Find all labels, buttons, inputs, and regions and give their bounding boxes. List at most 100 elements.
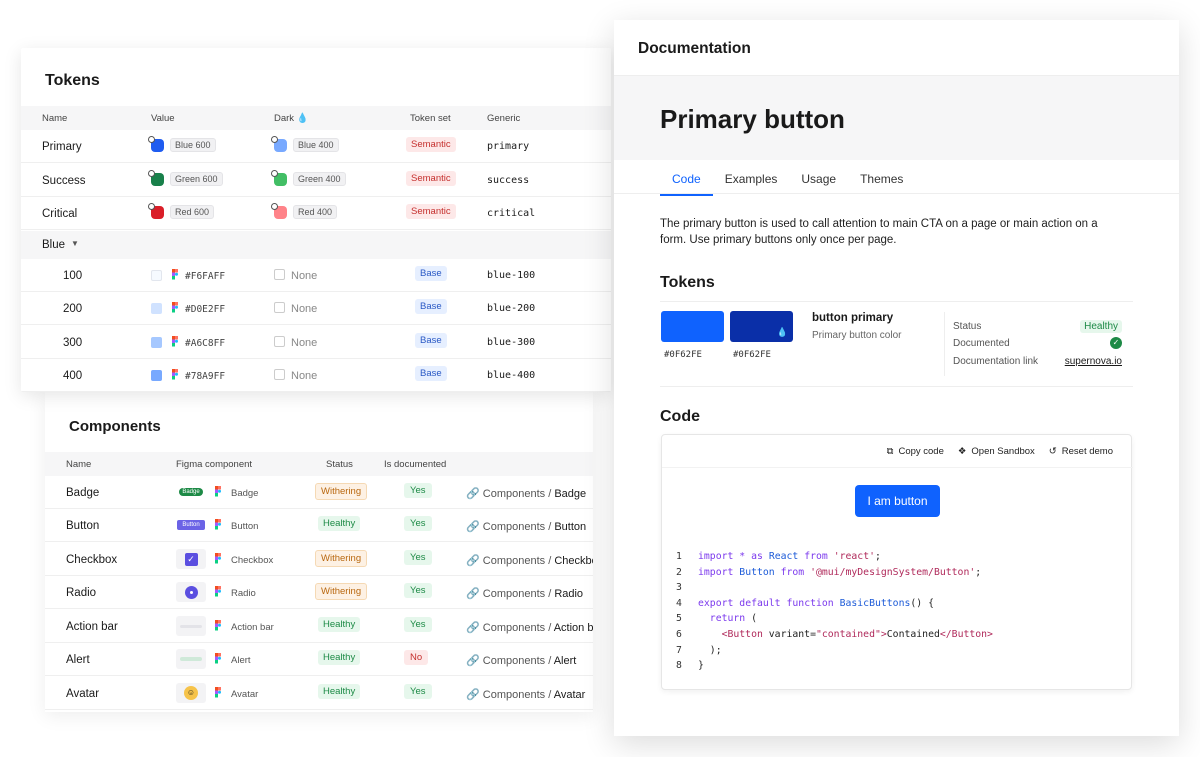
- link-icon: [271, 202, 278, 210]
- figma-component-name: Badge: [231, 488, 259, 499]
- value-chip[interactable]: Blue 400: [293, 138, 339, 152]
- token-row-blue-300[interactable]: 300 #A6C8FF None Base blue-300: [21, 326, 611, 359]
- value-chip[interactable]: Red 400: [293, 205, 338, 219]
- generic-name: blue-100: [487, 270, 536, 281]
- tab-examples[interactable]: Examples: [725, 172, 778, 196]
- hex-value: #F6FAFF: [185, 271, 226, 282]
- component-link[interactable]: 🔗 Components / Action bar: [466, 621, 593, 634]
- documentation-panel: Documentation Primary button Code Exampl…: [614, 20, 1179, 736]
- status-label: Status: [953, 321, 982, 332]
- figma-icon: [215, 586, 221, 597]
- component-link[interactable]: 🔗 Components / Checkbox: [466, 554, 593, 567]
- component-thumbnail: ☺: [176, 683, 206, 703]
- code-line: 1 import * as React from 'react';: [676, 549, 993, 565]
- open-sandbox-button[interactable]: ❖ Open Sandbox: [958, 446, 1035, 457]
- dark-value: None: [291, 270, 318, 282]
- avatar-icon: ☺: [184, 686, 198, 700]
- col-dark: Dark 💧: [274, 113, 309, 124]
- token-dark-value: Green 400: [271, 169, 346, 186]
- status-badge: Healthy: [318, 617, 361, 632]
- value-chip[interactable]: Red 600: [170, 205, 215, 219]
- reset-demo-button[interactable]: ↺ Reset demo: [1049, 446, 1113, 457]
- component-row-button[interactable]: Button Button Button Healthy Yes 🔗 Compo…: [45, 509, 593, 542]
- tab-code[interactable]: Code: [660, 172, 713, 196]
- status-badge: Withering: [315, 550, 368, 567]
- component-link[interactable]: 🔗 Components / Avatar: [466, 688, 585, 701]
- component-row-badge[interactable]: Badge Badge Badge Withering Yes 🔗 Compon…: [45, 476, 593, 509]
- tab-usage[interactable]: Usage: [801, 172, 836, 196]
- tokens-title: Tokens: [45, 72, 100, 89]
- token-row-blue-400[interactable]: 400 #78A9FF None Base blue-400: [21, 359, 611, 392]
- copy-code-button[interactable]: ⧉ Copy code: [887, 446, 944, 457]
- documented-badge: No: [404, 650, 429, 665]
- component-name: Action bar: [66, 621, 118, 633]
- component-link[interactable]: 🔗 Components / Button: [466, 520, 586, 533]
- link-icon: [148, 169, 155, 177]
- doc-topbar-title: Documentation: [638, 40, 751, 57]
- caret-down-icon: ▼: [71, 239, 79, 248]
- col-status: Status: [326, 459, 353, 470]
- code-block[interactable]: 1 import * as React from 'react'; 2 import …: [676, 549, 993, 674]
- figma-icon: [172, 302, 178, 313]
- demo-primary-button[interactable]: I am button: [855, 485, 940, 517]
- figma-component-name: Radio: [231, 588, 256, 599]
- generic-name: primary: [487, 141, 530, 152]
- component-row-alert[interactable]: Alert Alert Healthy No 🔗 Components / Al…: [45, 643, 593, 676]
- component-row-action-bar[interactable]: Action bar Action bar Healthy Yes 🔗 Comp…: [45, 610, 593, 643]
- value-chip[interactable]: Green 400: [293, 172, 346, 186]
- token-row-blue-100[interactable]: 100 #F6FAFF None Base blue-100: [21, 259, 611, 292]
- token-name: 200: [63, 303, 83, 315]
- token-swatch-dark[interactable]: 💧: [730, 311, 793, 342]
- token-row-success[interactable]: Success Green 600 Green 400 Semantic suc…: [21, 164, 611, 197]
- value-chip[interactable]: Blue 600: [170, 138, 216, 152]
- code-line: 2 import Button from '@mui/myDesignSystem…: [676, 565, 993, 581]
- code-text: export default function BasicButtons() {: [698, 597, 934, 609]
- tokens-panel: Tokens Name Value Dark 💧 Token set Gener…: [21, 48, 611, 392]
- color-swatch: [271, 169, 287, 186]
- component-thumbnail: [176, 649, 206, 669]
- link-icon: 🔗: [466, 689, 480, 701]
- hex-value: #78A9FF: [185, 371, 226, 382]
- doc-link[interactable]: supernova.io: [1065, 356, 1122, 367]
- link-icon: 🔗: [466, 622, 480, 634]
- token-row-primary[interactable]: Primary Blue 600 Blue 400 Semantic prima…: [21, 130, 611, 163]
- code-line: 4 export default function BasicButtons() …: [676, 596, 993, 612]
- code-text: import * as React from 'react';: [698, 551, 881, 562]
- value-chip[interactable]: Green 600: [170, 172, 223, 186]
- doc-description: The primary button is used to call atten…: [660, 218, 1098, 246]
- component-link[interactable]: 🔗 Components / Radio: [466, 587, 583, 600]
- dark-value: None: [291, 370, 318, 382]
- page-title: Primary button: [660, 104, 845, 134]
- component-thumbnail: Badge: [176, 482, 206, 502]
- component-name: Button: [66, 520, 100, 532]
- component-link[interactable]: 🔗 Components / Alert: [466, 654, 576, 667]
- token-name: 300: [63, 337, 83, 349]
- token-set-badge: Semantic: [406, 137, 456, 152]
- component-thumbnail: [176, 616, 206, 636]
- col-generic: Generic: [487, 113, 521, 124]
- line-number: 8: [676, 660, 682, 672]
- code-text: import Button from '@mui/myDesignSystem/…: [698, 566, 982, 578]
- component-row-radio[interactable]: Radio Radio Withering Yes 🔗 Components /…: [45, 576, 593, 609]
- generic-name: success: [487, 175, 530, 186]
- token-swatch-light[interactable]: [661, 311, 724, 342]
- component-row-checkbox[interactable]: Checkbox ✓ Checkbox Withering Yes 🔗 Comp…: [45, 543, 593, 576]
- link-icon: 🔗: [466, 521, 480, 533]
- token-set-badge: Semantic: [406, 171, 456, 186]
- component-name: Radio: [66, 587, 97, 599]
- token-row-critical[interactable]: Critical Red 600 Red 400 Semantic critic…: [21, 197, 611, 230]
- component-name: Avatar: [66, 688, 100, 700]
- component-link[interactable]: 🔗 Components / Badge: [466, 487, 586, 500]
- tab-themes[interactable]: Themes: [860, 172, 903, 196]
- token-row-blue-200[interactable]: 200 #D0E2FF None Base blue-200: [21, 292, 611, 325]
- code-text: return (: [709, 613, 757, 625]
- col-name: Name: [66, 459, 92, 470]
- token-group-blue[interactable]: Blue ▼: [21, 231, 611, 259]
- token-hex-dark: #0F62FE: [733, 350, 771, 360]
- component-row-avatar[interactable]: Avatar ☺ Avatar Healthy Yes 🔗 Components…: [45, 677, 593, 710]
- code-toolbar: ⧉ Copy code ❖ Open Sandbox ↺ Reset demo: [887, 446, 1113, 457]
- figma-icon: [215, 519, 221, 530]
- token-set-badge: Base: [415, 333, 447, 348]
- line-number: 6: [676, 628, 682, 640]
- line-number: 3: [676, 582, 682, 594]
